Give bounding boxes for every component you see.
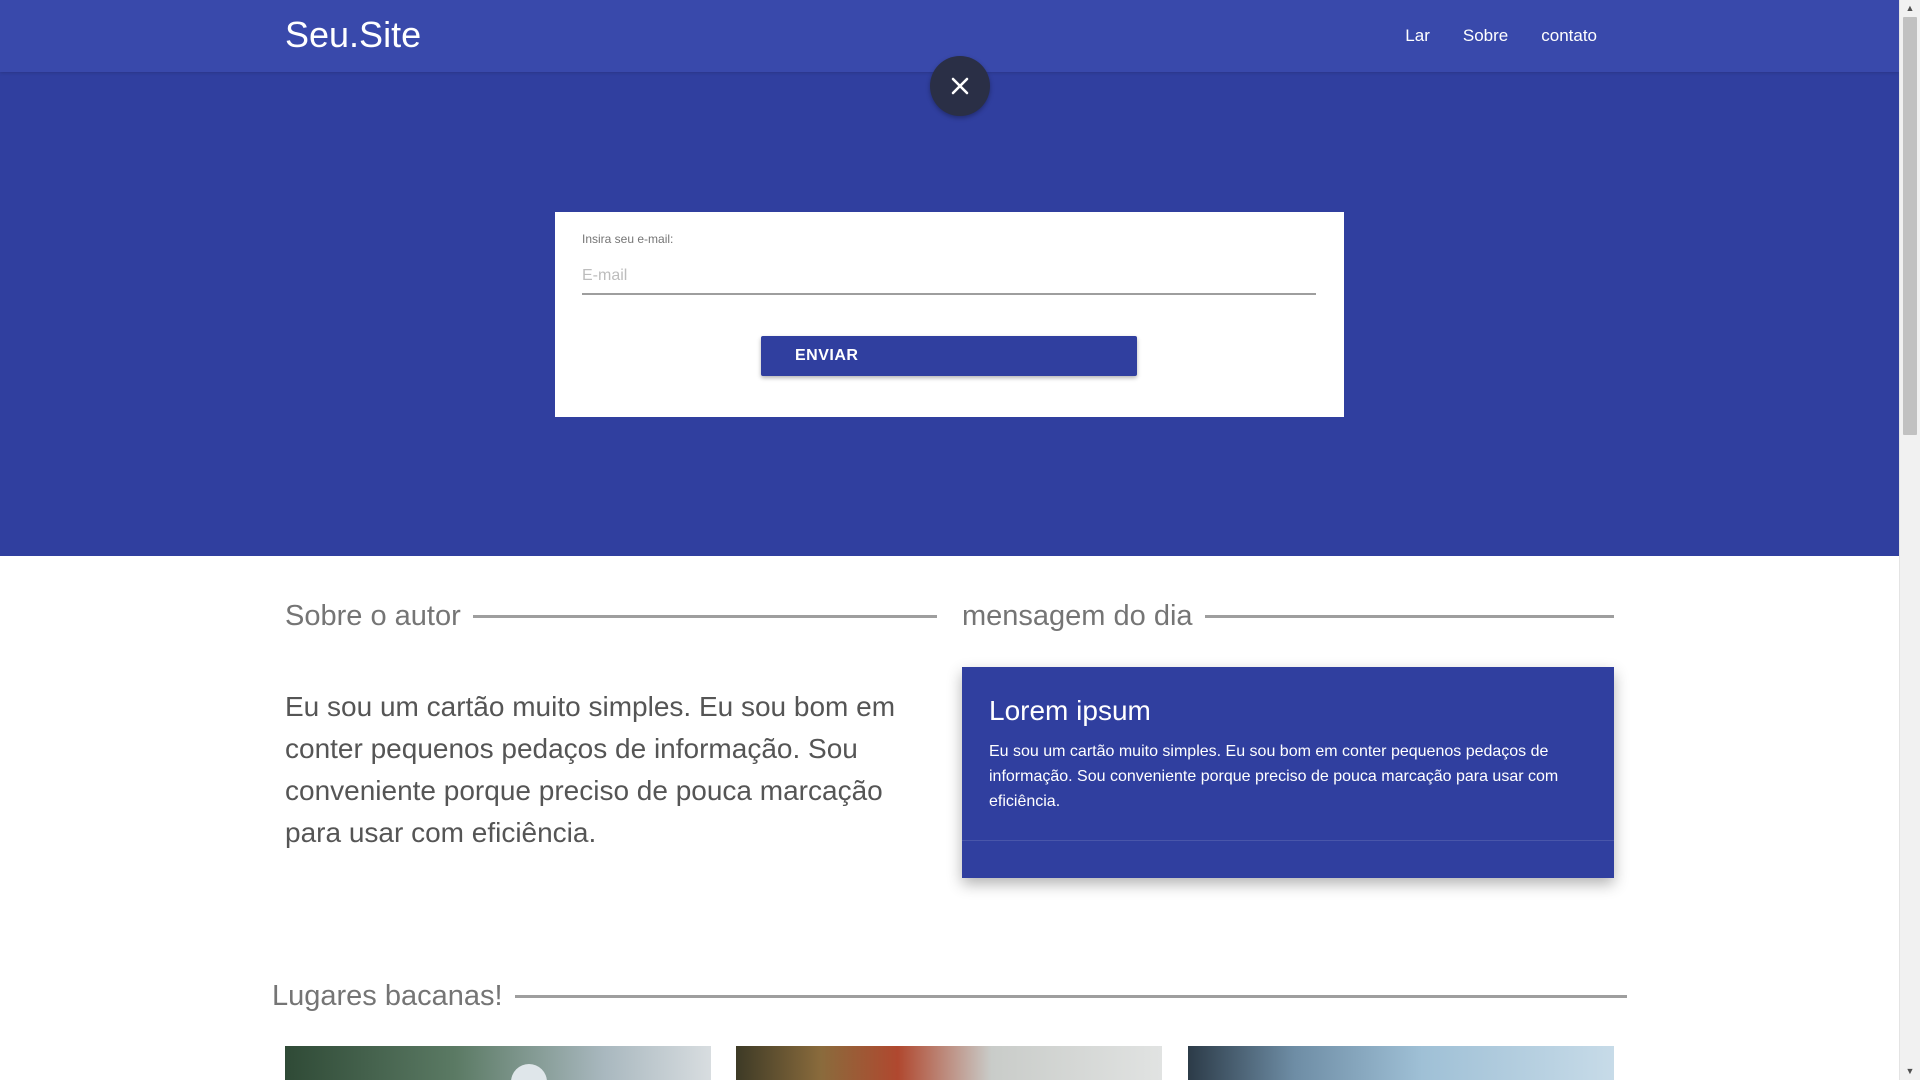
close-button[interactable] (930, 56, 990, 116)
scroll-down-arrow-icon[interactable]: ▼ (1900, 1063, 1920, 1080)
message-section-header: mensagem do dia (962, 600, 1614, 633)
scroll-up-arrow-icon[interactable]: ▲ (1900, 0, 1920, 17)
place-card-image[interactable] (285, 1046, 711, 1080)
nav-link-about[interactable]: Sobre (1463, 26, 1508, 46)
place-card-image[interactable] (736, 1046, 1162, 1080)
vertical-scrollbar[interactable]: ▲ ▼ (1899, 0, 1920, 1080)
message-card-divider (962, 840, 1614, 841)
nav-links: Lar Sobre contato (1372, 0, 1597, 72)
close-icon (951, 77, 969, 95)
place-image-detail (511, 1064, 547, 1080)
email-input[interactable] (582, 259, 1316, 295)
nav-link-contact[interactable]: contato (1541, 26, 1597, 46)
message-card: Lorem ipsum Eu sou um cartão muito simpl… (962, 667, 1614, 878)
email-form-card: Insira seu e-mail: ENVIAR (555, 212, 1344, 417)
places-title: Lugares bacanas! (272, 980, 503, 1012)
place-card-image[interactable] (1188, 1046, 1614, 1080)
nav-link-home[interactable]: Lar (1405, 26, 1430, 46)
places-section-header: Lugares bacanas! (272, 980, 1627, 1013)
message-card-body: Eu sou um cartão muito simples. Eu sou b… (989, 743, 1559, 810)
scrollbar-thumb[interactable] (1903, 17, 1917, 435)
site-brand[interactable]: Seu.Site (285, 14, 421, 56)
hero-section: Seu.Site Lar Sobre contato Insira seu e-… (0, 0, 1899, 556)
about-title: Sobre o autor (285, 600, 461, 632)
message-title-divider (1204, 615, 1614, 618)
email-label: Insira seu e-mail: (582, 232, 674, 246)
about-title-divider (472, 615, 937, 618)
message-title: mensagem do dia (962, 600, 1193, 632)
message-card-title: Lorem ipsum (989, 695, 1151, 726)
about-section-header: Sobre o autor (285, 600, 937, 633)
submit-button[interactable]: ENVIAR (761, 336, 1137, 376)
about-text: Eu sou um cartão muito simples. Eu sou b… (285, 691, 896, 848)
places-title-divider (514, 995, 1627, 998)
